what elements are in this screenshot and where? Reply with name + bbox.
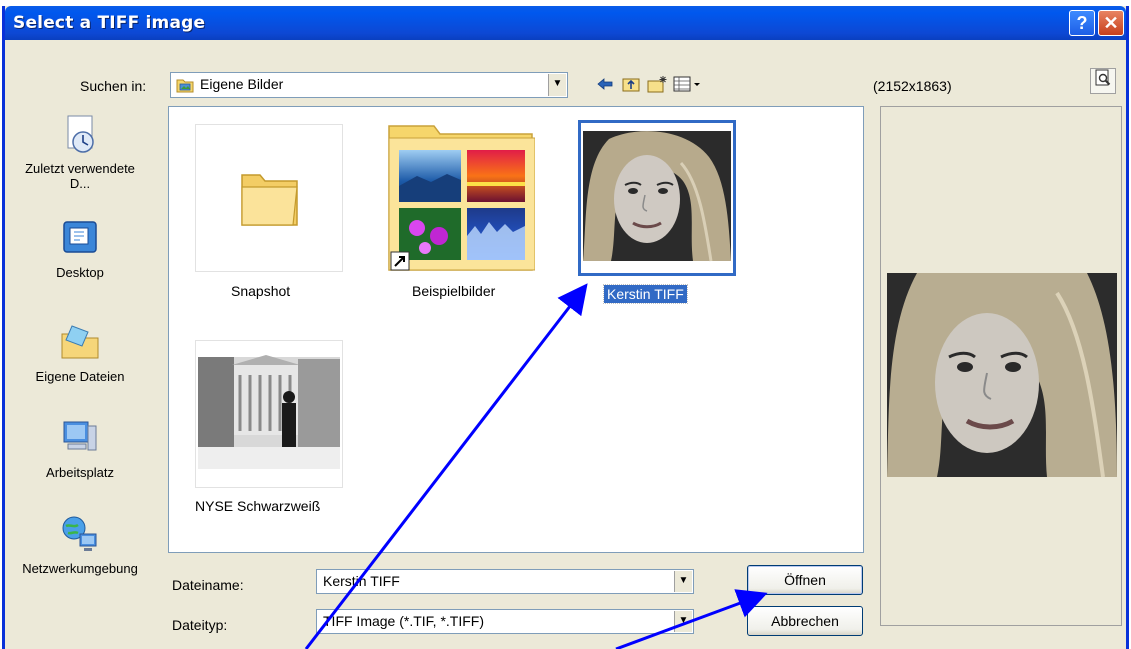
- close-button[interactable]: ✕: [1098, 10, 1124, 36]
- filetype-select[interactable]: TIFF Image (*.TIF, *.TIFF) ▼: [316, 609, 694, 634]
- up-folder-icon[interactable]: [620, 74, 642, 96]
- place-network-label: Netzwerkumgebung: [22, 561, 138, 576]
- chevron-down-icon[interactable]: ▼: [674, 611, 692, 632]
- preview-toggle-button[interactable]: [1090, 68, 1116, 94]
- filetype-value: TIFF Image (*.TIF, *.TIFF): [323, 613, 484, 629]
- file-list[interactable]: Snapshot Beispielbilder Kerstin TIFF NYS…: [168, 106, 864, 553]
- file-label-selected: Kerstin TIFF: [603, 284, 688, 304]
- file-label: Snapshot: [231, 283, 291, 299]
- preview-dimensions: (2152x1863): [873, 78, 952, 94]
- view-menu-icon[interactable]: [672, 74, 702, 96]
- filetype-label: Dateityp:: [172, 617, 228, 633]
- preview-image: [887, 273, 1117, 477]
- file-label: Beispielbilder: [412, 283, 496, 299]
- places-bar: Zuletzt verwendete D... Desktop Eigene D…: [0, 104, 160, 624]
- lookin-label: Suchen in:: [80, 78, 147, 94]
- lookin-value: Eigene Bilder: [200, 76, 284, 92]
- title-bar[interactable]: Select a TIFF image ? ✕: [5, 6, 1126, 40]
- place-my-computer[interactable]: Arbeitsplatz: [0, 416, 160, 480]
- place-my-documents-label: Eigene Dateien: [35, 369, 125, 384]
- desktop-icon: [63, 221, 97, 253]
- back-icon[interactable]: [594, 74, 616, 96]
- lookin-combo[interactable]: Eigene Bilder ▼: [170, 72, 568, 98]
- file-thumbnail-selected: [578, 120, 736, 276]
- chevron-down-icon[interactable]: ▼: [548, 74, 566, 96]
- open-button[interactable]: Öffnen: [747, 565, 863, 595]
- file-thumbnail: [387, 124, 536, 272]
- place-my-documents[interactable]: Eigene Dateien: [0, 320, 160, 384]
- network-icon: [62, 516, 97, 551]
- help-button[interactable]: ?: [1069, 10, 1095, 36]
- preview-pane: [880, 106, 1122, 626]
- place-desktop[interactable]: Desktop: [0, 216, 160, 280]
- place-recent[interactable]: Zuletzt verwendete D...: [0, 112, 160, 191]
- file-thumbnail: [195, 124, 343, 272]
- my-documents-icon: [61, 325, 99, 359]
- nyse-image: [196, 341, 342, 487]
- place-network[interactable]: Netzwerkumgebung: [0, 512, 160, 576]
- place-desktop-label: Desktop: [56, 265, 104, 280]
- place-my-computer-label: Arbeitsplatz: [46, 465, 114, 480]
- cancel-button[interactable]: Abbrechen: [747, 606, 863, 636]
- preview-icon: [1095, 69, 1111, 86]
- my-computer-icon: [63, 421, 97, 451]
- filename-label: Dateiname:: [172, 577, 244, 593]
- file-thumbnail: [195, 340, 343, 488]
- recent-documents-icon: [67, 115, 94, 153]
- chevron-down-icon[interactable]: ▼: [674, 571, 692, 592]
- dialog-title: Select a TIFF image: [13, 13, 206, 33]
- place-recent-label: Zuletzt verwendete D...: [25, 161, 135, 191]
- folder-icon: [388, 125, 536, 271]
- file-label: NYSE Schwarzweiß: [195, 498, 321, 514]
- filename-input[interactable]: Kerstin TIFF ▼: [316, 569, 694, 594]
- my-pictures-icon: [176, 79, 194, 93]
- folder-icon: [241, 174, 298, 226]
- new-folder-icon[interactable]: [646, 74, 668, 96]
- filename-value: Kerstin TIFF: [323, 573, 400, 589]
- portrait-image: [581, 123, 733, 273]
